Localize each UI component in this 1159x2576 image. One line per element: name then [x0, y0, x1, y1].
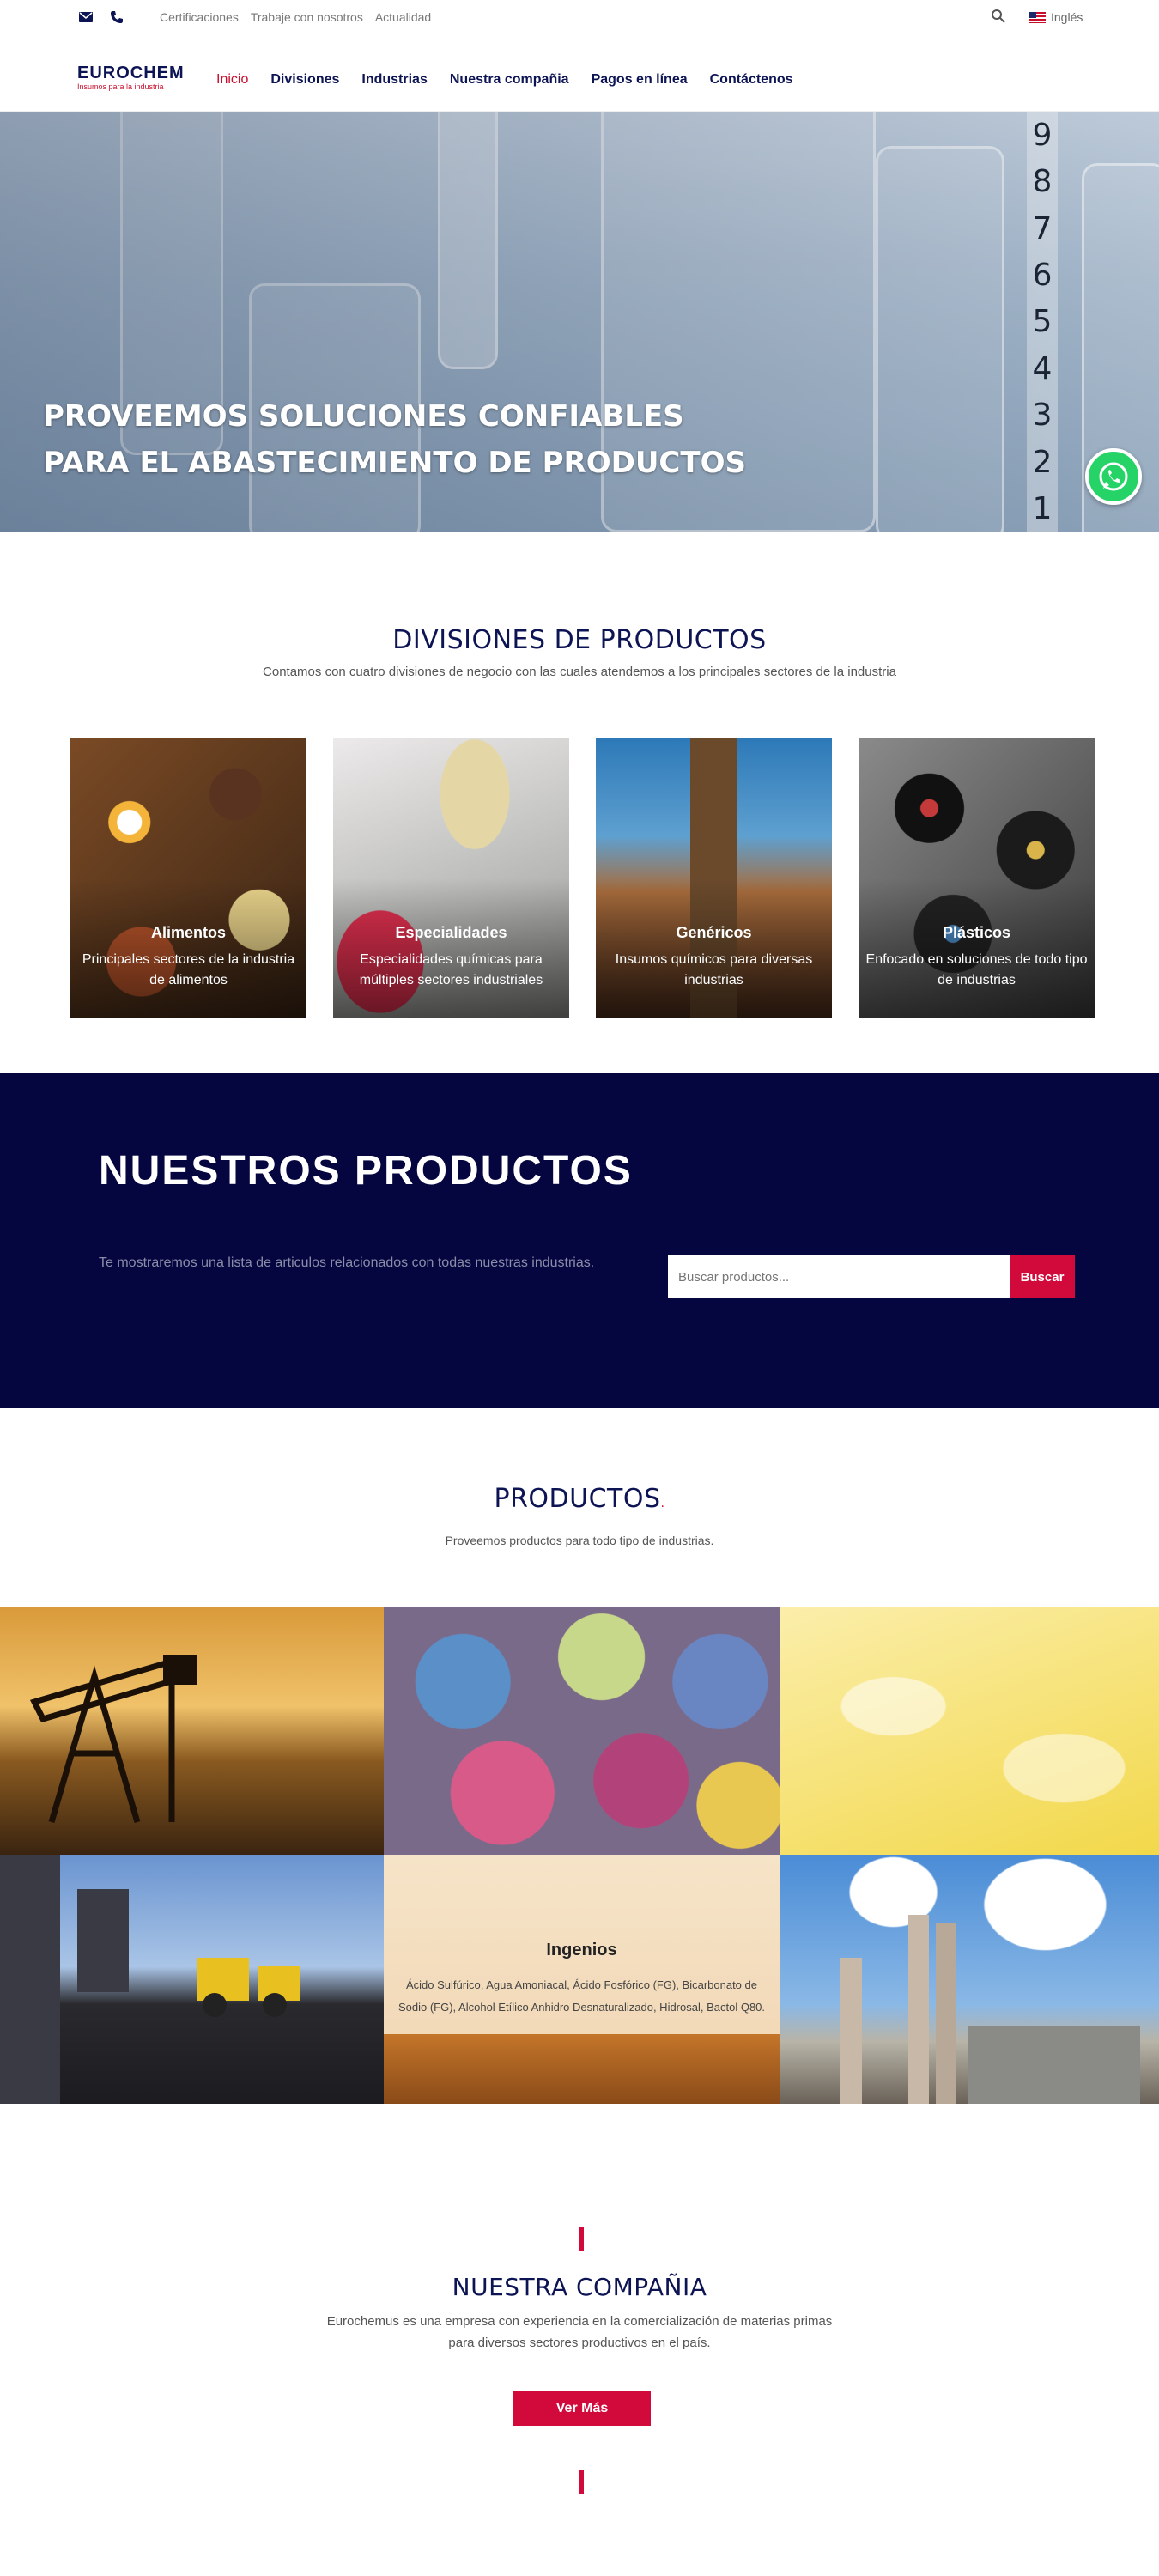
logo[interactable]: EUROCHEM Insumos para la industria: [77, 64, 185, 91]
road-workers-icon: [0, 1855, 300, 2104]
phone-icon[interactable]: [108, 9, 125, 26]
division-card-title: Genéricos: [676, 924, 752, 941]
division-card-especialidades[interactable]: Especialidades Especialidades químicas p…: [333, 738, 569, 1018]
division-card-title: Especialidades: [395, 924, 507, 941]
email-icon[interactable]: [77, 9, 94, 26]
top-bar: Certificaciones Trabaje con nosotros Act…: [0, 0, 1159, 38]
industry-tile-construccion[interactable]: [0, 1855, 384, 2104]
division-card-genericos[interactable]: Genéricos Insumos químicos para diversas…: [596, 738, 832, 1018]
nav-item-inicio[interactable]: Inicio: [216, 72, 248, 88]
divisions-title: DIVISIONES DE PRODUCTOS: [392, 625, 767, 655]
products-subtitle: Proveemos productos para todo tipo de in…: [445, 1534, 714, 1547]
products-band-title: NUESTROS PRODUCTOS: [99, 1148, 633, 1194]
hero-line-2: PARA EL ABASTECIMIENTO DE PRODUCTOS: [43, 446, 746, 480]
industry-tile-ingenios[interactable]: Ingenios Ácido Sulfúrico, Agua Amoniacal…: [384, 1855, 780, 2104]
division-card-title: Alimentos: [150, 924, 226, 941]
product-industries-grid: Ingenios Ácido Sulfúrico, Agua Amoniacal…: [0, 1607, 1159, 2104]
featured-industry-name: Ingenios: [546, 1940, 617, 1959]
industry-tile-energia[interactable]: [780, 1855, 1159, 2104]
division-card-title: Plásticos: [942, 924, 1011, 941]
hero-line-1: PROVEEMOS SOLUCIONES CONFIABLES: [43, 399, 684, 434]
topbar-link-actualidad[interactable]: Actualidad: [375, 10, 431, 24]
division-card-desc: Enfocado en soluciones de todo tipo de i…: [865, 952, 1088, 987]
division-card-alimentos[interactable]: Alimentos Principales sectores de la ind…: [70, 738, 306, 1018]
products-title: PRODUCTOS.: [0, 1484, 1159, 1514]
main-navbar: EUROCHEM Insumos para la industria Inici…: [0, 38, 1159, 112]
products-title-text: PRODUCTOS: [494, 1484, 661, 1514]
nav-item-nuestra-compania[interactable]: Nuestra compañia: [450, 72, 569, 88]
hero-headline: PROVEEMOS SOLUCIONES CONFIABLES PARA EL …: [43, 393, 746, 486]
topbar-link-trabaje[interactable]: Trabaje con nosotros: [251, 10, 363, 24]
factory-chimneys-icon: [840, 1915, 1140, 2104]
division-card-plasticos[interactable]: Plásticos Enfocado en soluciones de todo…: [859, 738, 1095, 1018]
industry-tile-textil[interactable]: [384, 1607, 780, 1855]
nav-item-pagos[interactable]: Pagos en línea: [592, 72, 688, 88]
division-card-desc: Insumos químicos para diversas industria…: [615, 952, 813, 987]
company-title: NUESTRA COMPAÑIA: [452, 2273, 707, 2301]
product-search-input[interactable]: [668, 1255, 1010, 1298]
section-divider-bottom: [579, 2470, 584, 2494]
logo-main-text: EUROCHEM: [77, 64, 185, 82]
main-menu: Inicio Divisiones Industrias Nuestra com…: [216, 72, 793, 88]
ver-mas-button[interactable]: Ver Más: [513, 2391, 651, 2426]
language-label: Inglés: [1051, 10, 1083, 24]
product-search-button[interactable]: Buscar: [1010, 1255, 1075, 1298]
company-text-line-2: para diversos sectores productivos en el…: [448, 2336, 711, 2350]
division-card-desc: Principales sectores de la industria de …: [82, 952, 295, 987]
division-card-desc: Especialidades químicas para múltiples s…: [359, 952, 543, 987]
company-text-line-1: Eurochemus es una empresa con experienci…: [326, 2314, 833, 2329]
oil-pump-icon: [29, 1655, 197, 1823]
nav-item-divisiones[interactable]: Divisiones: [270, 72, 339, 88]
hero-banner: 9 8 7 6 5 4 3 2 1 PROVEEMOS SOLUCIONES C…: [0, 112, 1159, 532]
us-flag-icon: [1029, 11, 1046, 23]
product-search-form: Buscar: [668, 1255, 1075, 1298]
title-accent-dot: .: [660, 1497, 665, 1510]
featured-industry-desc: Ácido Sulfúrico, Agua Amoniacal, Ácido F…: [397, 1978, 766, 2014]
section-divider-top: [579, 2227, 584, 2251]
featured-industry-caption: Ingenios Ácido Sulfúrico, Agua Amoniacal…: [384, 1855, 780, 2104]
whatsapp-icon[interactable]: [1085, 448, 1142, 505]
nav-item-contactenos[interactable]: Contáctenos: [710, 72, 793, 88]
topbar-link-certificaciones[interactable]: Certificaciones: [160, 10, 239, 24]
products-search-band: NUESTROS PRODUCTOS Te mostraremos una li…: [0, 1073, 1159, 1408]
nav-item-industrias[interactable]: Industrias: [361, 72, 427, 88]
divisions-subtitle: Contamos con cuatro divisiones de negoci…: [263, 665, 896, 679]
logo-sub-text: Insumos para la industria: [77, 82, 164, 91]
industry-tile-plasticos[interactable]: [780, 1607, 1159, 1855]
language-selector[interactable]: Inglés: [1029, 10, 1083, 24]
industry-tile-petroleo[interactable]: [0, 1607, 384, 1855]
division-cards: Alimentos Principales sectores de la ind…: [70, 738, 1095, 1018]
products-band-text: Te mostraremos una lista de articulos re…: [99, 1255, 595, 1270]
search-icon[interactable]: [991, 9, 1006, 27]
